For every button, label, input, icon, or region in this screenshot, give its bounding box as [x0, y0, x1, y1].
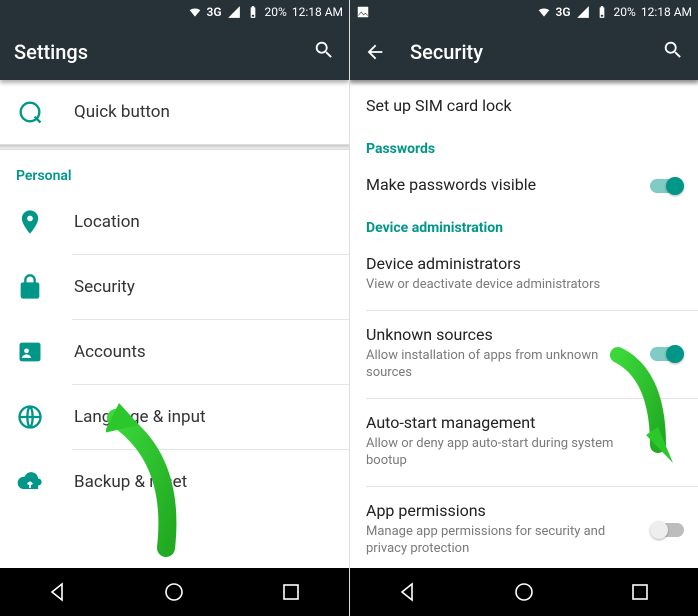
- location-icon: [16, 208, 44, 236]
- app-permissions-toggle[interactable]: [650, 521, 684, 539]
- battery-icon: [246, 5, 260, 19]
- list-item-label: Security: [74, 277, 135, 297]
- item-subtitle: Allow installation of apps from unknown …: [366, 347, 682, 382]
- navigation-bar: [0, 568, 349, 616]
- sidebar-item-accounts[interactable]: Accounts: [0, 320, 349, 384]
- item-title: Unknown sources: [366, 325, 682, 344]
- device-admin-item[interactable]: Device administrators View or deactivate…: [350, 244, 698, 306]
- divider: [366, 398, 698, 399]
- globe-icon: [16, 403, 44, 431]
- search-icon[interactable]: [662, 39, 684, 65]
- sidebar-item-security[interactable]: Security: [0, 255, 349, 319]
- battery-icon: [595, 5, 609, 19]
- list-item-label: Location: [74, 212, 140, 232]
- app-bar: Security: [350, 24, 698, 80]
- battery-percent: 20%: [614, 5, 636, 19]
- unknown-sources-toggle[interactable]: [650, 345, 684, 363]
- nav-recent-icon[interactable]: [279, 580, 303, 604]
- status-bar: 3G 20% 12:18 AM: [350, 0, 698, 24]
- item-subtitle: Manage app permissions for security and …: [366, 523, 682, 558]
- item-subtitle: Allow or deny app auto-start during syst…: [366, 435, 682, 470]
- sim-lock-item[interactable]: Set up SIM card lock: [350, 86, 698, 127]
- image-icon: [356, 5, 370, 19]
- quick-label: Quick button: [74, 102, 170, 122]
- nav-back-icon[interactable]: [396, 580, 420, 604]
- list-item-label: Backup & reset: [74, 472, 187, 492]
- list-item-label: Language & input: [74, 407, 206, 427]
- section-divider: [0, 144, 349, 150]
- status-time: 12:18 AM: [641, 5, 692, 19]
- sidebar-item-location[interactable]: Location: [0, 190, 349, 254]
- status-bar: 3G 20% 12:18 AM: [0, 0, 349, 24]
- item-title: Device administrators: [366, 254, 682, 273]
- list-item-label: Accounts: [74, 342, 146, 362]
- item-title: Auto-start management: [366, 413, 682, 432]
- category-passwords: Passwords: [350, 127, 698, 165]
- auto-start-item[interactable]: Auto-start management Allow or deny app …: [350, 403, 698, 482]
- item-title: Set up SIM card lock: [366, 96, 682, 115]
- signal-icon: [227, 5, 241, 19]
- network-type: 3G: [556, 5, 571, 19]
- lock-icon: [16, 273, 44, 301]
- app-bar: Settings: [0, 24, 349, 80]
- item-title: App permissions: [366, 501, 682, 520]
- quick-button-item[interactable]: Quick button: [0, 80, 349, 144]
- item-title: Make passwords visible: [366, 175, 682, 194]
- wifi-icon: [188, 5, 202, 19]
- sidebar-item-language[interactable]: Language & input: [0, 385, 349, 449]
- page-title: Settings: [14, 40, 313, 64]
- nav-back-icon[interactable]: [46, 580, 70, 604]
- back-icon[interactable]: [364, 41, 386, 63]
- settings-screen: 3G 20% 12:18 AM Settings Quick button Pe…: [0, 0, 349, 616]
- status-time: 12:18 AM: [292, 5, 343, 19]
- divider: [366, 486, 698, 487]
- category-device-admin: Device administration: [350, 206, 698, 244]
- wifi-icon: [537, 5, 551, 19]
- navigation-bar: [350, 568, 698, 616]
- passwords-visible-toggle[interactable]: [650, 177, 684, 195]
- sidebar-item-backup[interactable]: Backup & reset: [0, 450, 349, 514]
- nav-recent-icon[interactable]: [628, 580, 652, 604]
- unknown-sources-item[interactable]: Unknown sources Allow installation of ap…: [350, 315, 698, 394]
- passwords-visible-item[interactable]: Make passwords visible: [350, 165, 698, 206]
- security-screen: 3G 20% 12:18 AM Security Set up SIM card…: [349, 0, 698, 616]
- app-permissions-item[interactable]: App permissions Manage app permissions f…: [350, 491, 698, 568]
- page-title: Security: [410, 40, 662, 64]
- item-subtitle: View or deactivate device administrators: [366, 276, 682, 294]
- quick-icon: [16, 98, 44, 126]
- category-personal: Personal: [0, 150, 349, 190]
- cloud-icon: [16, 468, 44, 496]
- search-icon[interactable]: [313, 39, 335, 65]
- divider: [366, 310, 698, 311]
- network-type: 3G: [207, 5, 222, 19]
- nav-home-icon[interactable]: [512, 580, 536, 604]
- signal-icon: [576, 5, 590, 19]
- battery-percent: 20%: [265, 5, 287, 19]
- nav-home-icon[interactable]: [162, 580, 186, 604]
- account-icon: [16, 338, 44, 366]
